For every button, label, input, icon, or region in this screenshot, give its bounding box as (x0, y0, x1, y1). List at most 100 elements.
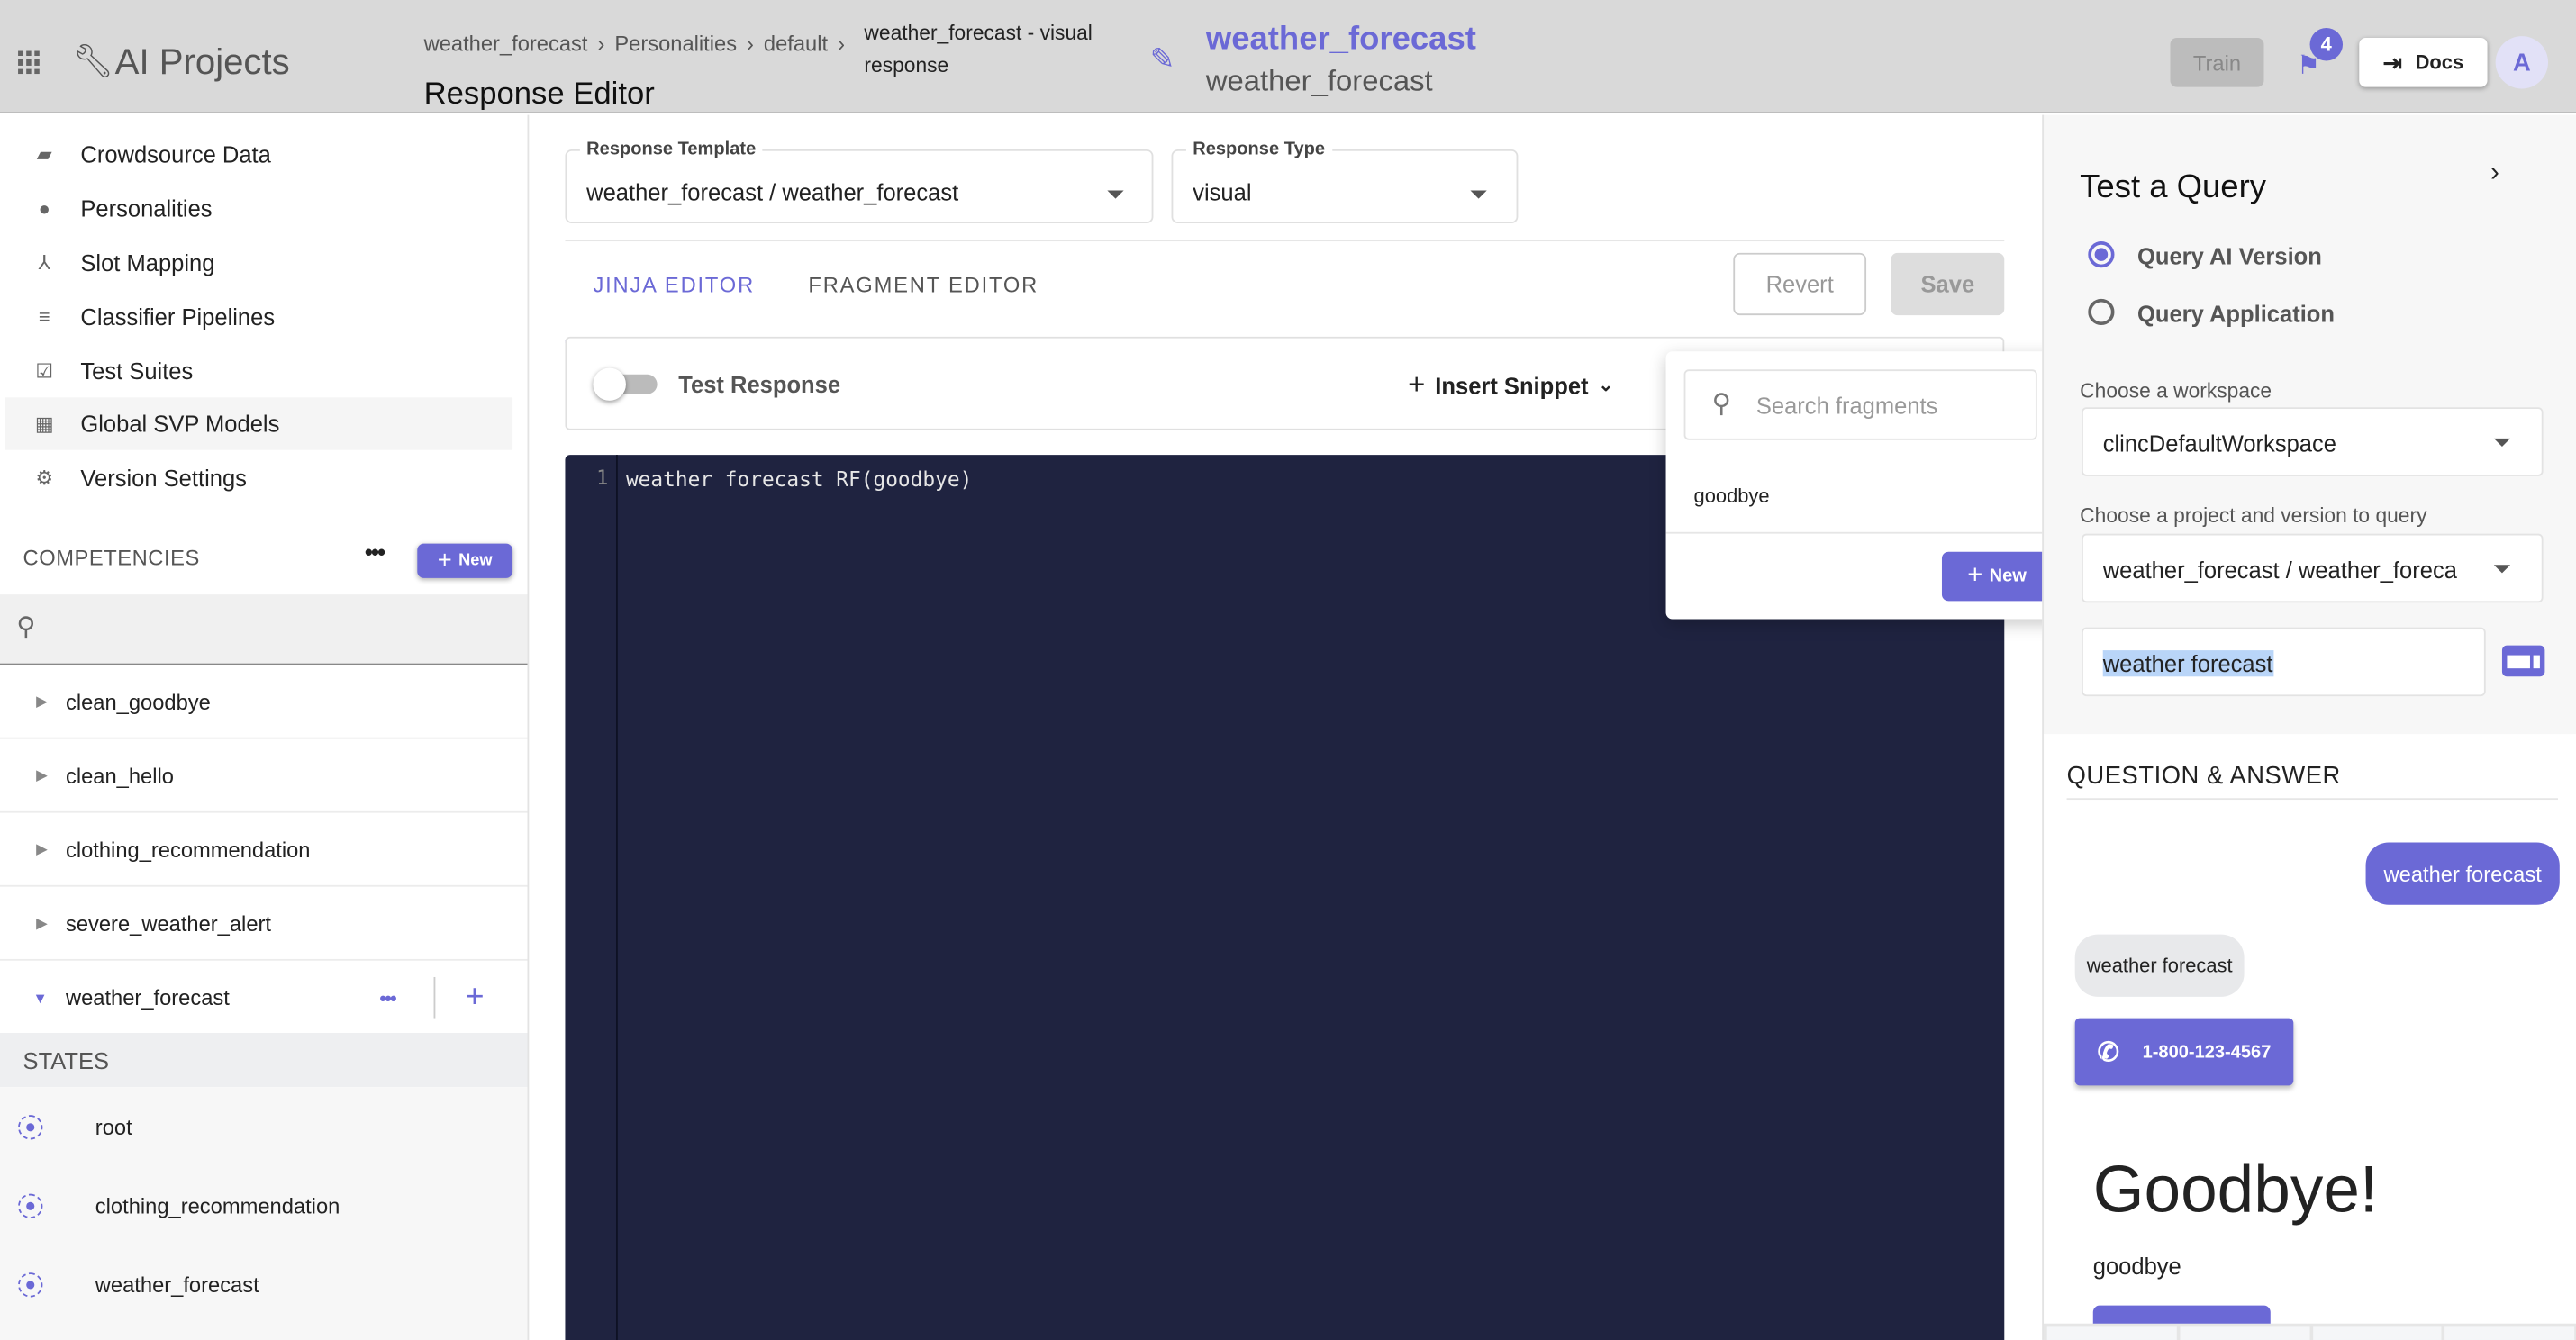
login-icon: ⇥ (2382, 48, 2403, 75)
user-message-bubble: weather forecast (2365, 842, 2560, 905)
state-row[interactable]: weather_forecast (0, 1245, 528, 1324)
competency-row[interactable]: ▶ clean_goodbye (0, 665, 528, 739)
forum-icon: ▰ (36, 142, 52, 167)
response-template-select[interactable]: Response Template weather_forecast / wea… (565, 139, 1154, 223)
state-icon (18, 1114, 43, 1139)
merge-icon: ⅄ (38, 250, 50, 275)
workspace-select[interactable]: clincDefaultWorkspace (2082, 407, 2544, 476)
goodbye-text: goodbye (2092, 1253, 2181, 1280)
search-icon: ⚲ (1711, 390, 1731, 419)
page-title: Response Editor (423, 77, 655, 112)
sidebar-item-personalities[interactable]: ● Personalities (5, 182, 512, 234)
clipboard-check-icon: ☑ (35, 359, 54, 383)
project-select[interactable]: weather_forecast / weather_forecast (2082, 533, 2544, 603)
top-bar: 🔧︎ AI Projects weather_forecast › Persona… (0, 0, 2576, 113)
state-icon (18, 1192, 43, 1218)
layout-toggle-icon[interactable] (2501, 645, 2545, 677)
competency-row[interactable]: ▶ severe_weather_alert (0, 887, 528, 961)
state-icon (18, 1272, 43, 1297)
bot-message-bubble: weather forecast (2074, 934, 2245, 997)
fragment-item[interactable]: goodbye (1694, 484, 1770, 508)
dropdown-caret-icon (2493, 438, 2511, 447)
revert-button[interactable]: Revert (1733, 252, 1867, 316)
code-line: weather forecast RF(goodbye) (625, 466, 973, 492)
notification-badge: 4 (2309, 27, 2344, 61)
caret-right-icon: ▶ (36, 692, 48, 709)
plus-icon: + (1408, 367, 1426, 401)
sidebar: ▰ Crowdsource Data ● Personalities ⅄ Slot M… (0, 114, 530, 1340)
breadcrumb-item[interactable]: weather_forecast (424, 32, 588, 56)
pencil-icon[interactable]: ✎ (1150, 42, 1175, 77)
plus-icon: + (1967, 561, 1983, 590)
insert-snippet-button[interactable]: + Insert Snippet ⌄ (1408, 367, 1613, 402)
dropdown-caret-icon (1470, 190, 1487, 199)
test-response-toggle[interactable] (593, 367, 658, 401)
app-title[interactable]: AI Projects (115, 41, 290, 84)
divider (565, 240, 2005, 242)
test-query-panel: Test a Query › Query AI Version Query Ap… (2042, 114, 2576, 1340)
radio-query-ai-version[interactable] (2088, 241, 2115, 268)
dropdown-caret-icon (1107, 190, 1124, 199)
breadcrumb-item[interactable]: default (764, 32, 828, 56)
docs-button[interactable]: ⇥ Docs (2359, 37, 2488, 87)
project-title: weather_forecast (1205, 21, 1476, 58)
competency-row[interactable]: ▶ clothing_recommendation (0, 813, 528, 887)
sidebar-item-version-settings[interactable]: ⚙ Version Settings (5, 451, 512, 503)
chevron-down-icon: ⌄ (1598, 376, 1614, 396)
more-icon[interactable]: ••• (365, 539, 385, 565)
workspace-label: Choose a workspace (2080, 379, 2272, 403)
response-type-select[interactable]: Response Type visual (1171, 139, 1519, 223)
state-row[interactable]: root (0, 1087, 528, 1166)
chevron-right-icon: › (597, 31, 605, 56)
radio-query-application[interactable] (2088, 298, 2115, 326)
sidebar-item-slot-mapping[interactable]: ⅄ Slot Mapping (5, 237, 512, 289)
divider (433, 976, 436, 1019)
avatar[interactable]: A (2495, 36, 2549, 89)
breadcrumb-item[interactable]: Personalities (614, 32, 737, 56)
qa-heading: QUESTION & ANSWER (2066, 762, 2341, 791)
test-response-label: Test Response (678, 371, 841, 398)
states-list: root clothing_recommendation weather_for… (0, 1087, 528, 1340)
competency-search-input[interactable]: ⚲ (0, 594, 528, 665)
breadcrumb-current: weather_forecast - visual response (864, 21, 1093, 77)
competency-row[interactable]: ▶ clean_hello (0, 739, 528, 813)
caret-right-icon: ▶ (36, 839, 48, 856)
chevron-right-icon: › (838, 31, 845, 56)
phone-button[interactable]: ✆ 1-800-123-4567 (2074, 1018, 2294, 1086)
dropdown-caret-icon (2493, 565, 2511, 574)
caret-down-icon: ▼ (32, 989, 48, 1006)
sidebar-item-global-svp-models[interactable]: ▦ Global SVP Models (5, 397, 513, 450)
sidebar-item-crowdsource-data[interactable]: ▰ Crowdsource Data (5, 128, 512, 180)
fragment-popup: ⚲ Search fragments goodbye + New (1665, 351, 2071, 620)
collapse-chevron-icon[interactable]: › (2490, 159, 2499, 189)
train-button[interactable]: Train (2170, 37, 2264, 87)
dashboard-icon: ▦ (34, 412, 54, 436)
bottom-tabs (2044, 1323, 2576, 1340)
save-button[interactable]: Save (1891, 252, 2005, 316)
panel-title: Test a Query (2080, 168, 2267, 205)
competency-row-expanded[interactable]: ▼ weather_forecast ••• + (0, 961, 528, 1035)
new-fragment-button[interactable]: + New (1941, 551, 2053, 602)
phone-icon: ✆ (2097, 1038, 2120, 1067)
apps-grid-icon[interactable] (18, 50, 41, 75)
wrench-icon: 🔧︎ (72, 44, 114, 81)
tab-jinja-editor[interactable]: JINJA EDITOR (593, 273, 755, 297)
gutter-divider (616, 455, 618, 1340)
add-state-icon[interactable]: + (465, 979, 484, 1017)
sidebar-item-test-suites[interactable]: ☑ Test Suites (5, 345, 512, 397)
state-row[interactable]: clothing_recommendation (0, 1166, 528, 1245)
project-subtitle: weather_forecast (1205, 64, 1433, 97)
divider (1665, 531, 2071, 534)
chevron-right-icon: › (747, 31, 754, 56)
sidebar-item-classifier-pipelines[interactable]: ≡ Classifier Pipelines (5, 291, 512, 343)
query-input[interactable]: weather forecast (2082, 627, 2486, 697)
new-competency-button[interactable]: + New (417, 543, 513, 578)
tab-fragment-editor[interactable]: FRAGMENT EDITOR (808, 273, 1039, 297)
caret-right-icon: ▶ (36, 765, 48, 783)
states-heading: STATES (0, 1032, 528, 1088)
more-icon[interactable]: ••• (379, 986, 396, 1010)
line-number: 1 (596, 466, 609, 490)
caret-right-icon: ▶ (36, 913, 48, 931)
search-fragments-input[interactable]: ⚲ Search fragments (1683, 369, 2037, 440)
breadcrumb: weather_forecast › Personalities › default… (424, 32, 845, 56)
